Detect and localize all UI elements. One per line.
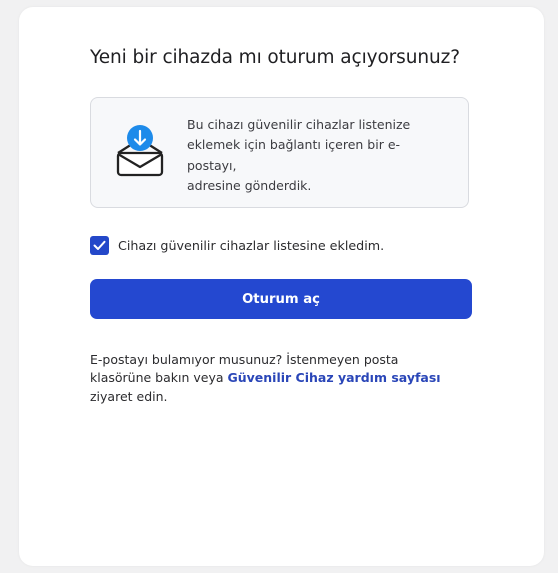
help-line: klasörüne bakın veya Güvenilir Cihaz yar…: [90, 369, 450, 387]
login-card: Yeni bir cihazda mı oturum açıyorsunuz? …: [19, 7, 544, 566]
checkbox-label[interactable]: Cihazı güvenilir cihazlar listesine ekle…: [118, 238, 384, 253]
help-line-prefix: klasörüne bakın veya: [90, 370, 228, 386]
notice-line: Bu cihazı güvenilir cihazlar listenize: [187, 117, 411, 132]
notice-line: postayı,: [187, 157, 237, 173]
checkmark-icon: [93, 240, 106, 250]
page-title: Yeni bir cihazda mı oturum açıyorsunuz?: [90, 47, 460, 68]
notice-text: Bu cihazı güvenilir cihazlar listenize e…: [187, 115, 442, 196]
mail-download-icon: [116, 125, 164, 177]
help-line: ziyaret edin.: [90, 388, 168, 404]
trusted-device-help-link[interactable]: Güvenilir Cihaz yardım sayfası: [228, 370, 441, 385]
notice-line: adresine gönderdik.: [187, 177, 312, 193]
sign-in-button[interactable]: Oturum aç: [90, 279, 472, 319]
trusted-device-confirmation[interactable]: Cihazı güvenilir cihazlar listesine ekle…: [90, 235, 384, 255]
trusted-device-checkbox[interactable]: [90, 235, 109, 255]
help-line: E-postayı bulamıyor musunuz? İstenmeyen …: [90, 352, 399, 367]
notice-line: eklemek için bağlantı içeren bir e-: [187, 137, 401, 153]
help-text: E-postayı bulamıyor musunuz? İstenmeyen …: [90, 351, 450, 406]
email-sent-notice: Bu cihazı güvenilir cihazlar listenize e…: [90, 97, 469, 208]
